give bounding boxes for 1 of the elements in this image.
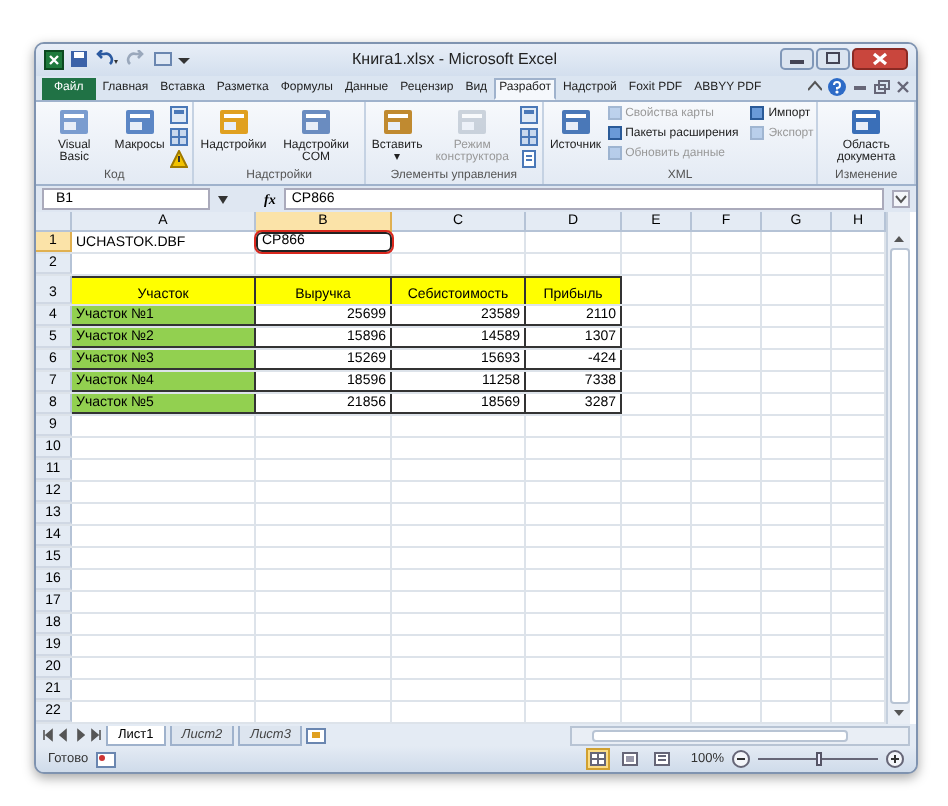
window-title: Книга1.xlsx - Microsoft Excel — [352, 50, 560, 69]
